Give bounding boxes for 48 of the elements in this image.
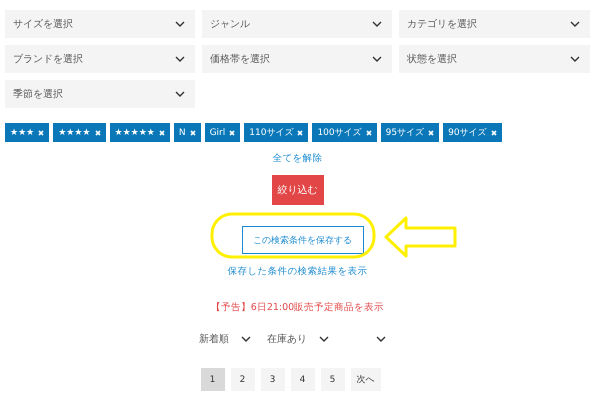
filter-tag[interactable]: ★★★★	[53, 123, 106, 142]
chevron-icon	[319, 336, 329, 342]
select-dropdown[interactable]: 価格帯を選択	[202, 45, 392, 73]
chevron-icon	[175, 91, 185, 97]
filter-tag[interactable]: ★★★★★	[110, 123, 170, 142]
page-button[interactable]: 次へ	[350, 368, 380, 391]
remove-icon[interactable]	[297, 130, 304, 136]
remove-icon[interactable]	[229, 130, 236, 136]
filter-tag[interactable]: N	[174, 123, 201, 142]
select-dropdown[interactable]: カテゴリを選択	[399, 10, 590, 38]
remove-icon[interactable]	[38, 130, 44, 136]
filter-tag[interactable]: 90サイズ	[443, 123, 502, 142]
chevron-icon	[175, 21, 185, 27]
chevron-icon	[372, 56, 382, 62]
page-button[interactable]: 5	[320, 368, 344, 391]
page-button[interactable]: 2	[230, 368, 254, 391]
page-button[interactable]: 3	[260, 368, 284, 391]
page-button[interactable]: 4	[290, 368, 314, 391]
select-dropdown[interactable]: ブランドを選択	[5, 45, 195, 73]
filter-button[interactable]: 絞り込む	[272, 175, 324, 205]
remove-icon[interactable]	[94, 130, 100, 136]
select-dropdown[interactable]: ジャンル	[202, 10, 392, 38]
remove-icon[interactable]	[158, 130, 165, 136]
filter-tag[interactable]: 110サイズ	[244, 123, 308, 142]
remove-icon[interactable]	[428, 130, 434, 136]
save-search-button[interactable]: この検索条件を保存する	[242, 226, 364, 254]
filter-tag[interactable]: 95サイズ	[380, 123, 440, 142]
preorder-link[interactable]: 【予告】6日21:00販売予定商品を表示	[210, 301, 384, 314]
remove-icon[interactable]	[190, 130, 196, 136]
page-button[interactable]: 1	[200, 368, 224, 391]
chevron-icon	[570, 56, 580, 62]
sort-dropdown[interactable]: 新着順	[199, 330, 255, 348]
filter-tag[interactable]: 100サイズ	[312, 123, 377, 142]
chevron-icon	[241, 336, 251, 342]
remove-icon[interactable]	[490, 130, 497, 136]
select-dropdown[interactable]: 季節を選択	[5, 80, 195, 108]
chevron-icon	[175, 56, 185, 62]
chevron-icon	[372, 21, 382, 27]
filter-tag[interactable]: Girl	[204, 123, 240, 142]
saved-results-link[interactable]: 保存した条件の検索結果を表示	[228, 265, 368, 278]
remove-icon[interactable]	[366, 130, 372, 136]
sort-dropdown[interactable]: 在庫あり	[267, 330, 333, 348]
select-dropdown[interactable]: サイズを選択	[5, 10, 195, 38]
chevron-icon	[570, 21, 580, 27]
filter-tag[interactable]: ★★★	[5, 123, 50, 142]
select-dropdown[interactable]: 状態を選択	[399, 45, 590, 73]
chevron-icon	[376, 336, 386, 342]
clear-all-link[interactable]: 全てを解除	[272, 152, 322, 165]
